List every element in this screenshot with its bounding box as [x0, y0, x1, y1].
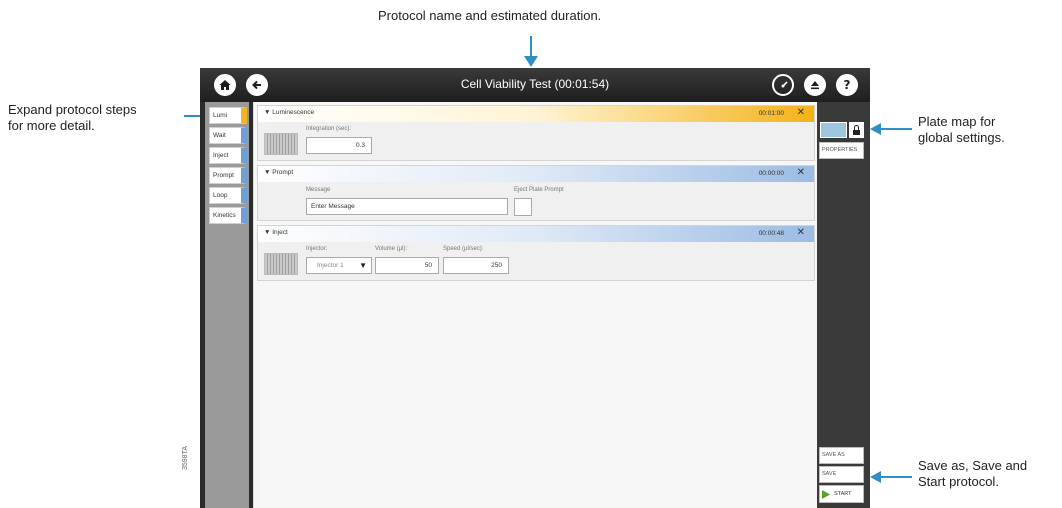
callout-save-start: Save as, Save and Start protocol. — [918, 458, 1058, 490]
integration-input[interactable]: 0.3 — [306, 137, 372, 154]
step-tab-prompt[interactable]: Prompt — [209, 167, 247, 184]
step-name: Inject — [272, 229, 288, 236]
save-as-button[interactable]: SAVE AS — [819, 447, 864, 464]
step-inject: ▼ Inject 00:00:48 ✕ Injector: Injector 1… — [257, 225, 815, 281]
plate-thumbnail-icon[interactable] — [264, 133, 298, 155]
callout-text: Protocol name and estimated duration. — [378, 8, 602, 23]
callout-text: Save as, Save and — [918, 458, 1028, 473]
step-name: Prompt — [272, 169, 294, 176]
step-palette: Lumi Wait Inject Prompt Loop Kinetics — [205, 102, 249, 508]
right-panel: PROPERTIES SAVE AS SAVE START — [817, 102, 870, 508]
step-duration: 00:01:00 — [758, 110, 784, 117]
eject-icon — [811, 81, 819, 90]
help-icon[interactable]: ? — [836, 74, 858, 96]
injector-value: Injector 1 — [317, 262, 344, 269]
eject-icon[interactable] — [804, 74, 826, 96]
lock-icon — [853, 124, 860, 135]
message-input[interactable]: Enter Message — [306, 198, 508, 215]
eject-plate-checkbox[interactable] — [514, 198, 532, 216]
step-header[interactable]: ▼ Luminescence 00:01:00 ✕ — [258, 106, 814, 122]
expand-triangle-icon[interactable]: ▼ — [264, 229, 270, 236]
callout-text: Start protocol. — [918, 474, 999, 489]
app-window: Cell Viability Test (00:01:54) ? Lumi Wa… — [200, 68, 870, 508]
home-icon — [219, 80, 231, 90]
step-header[interactable]: ▼ Prompt 00:00:00 ✕ — [258, 166, 814, 182]
start-label: START — [834, 490, 852, 497]
volume-label: Volume (µl): — [375, 246, 408, 252]
lock-icon[interactable] — [849, 122, 864, 138]
protocol-steps-area: ▼ Luminescence 00:01:00 ✕ Integration (s… — [253, 102, 817, 508]
step-tab-kinetics[interactable]: Kinetics — [209, 207, 247, 224]
step-tab-lumi[interactable]: Lumi — [209, 107, 247, 124]
callout-text: global settings. — [918, 130, 1005, 145]
callout-expand-steps: Expand protocol steps for more detail. — [8, 102, 198, 134]
step-duration: 00:00:00 — [758, 170, 784, 177]
step-tab-loop[interactable]: Loop — [209, 187, 247, 204]
callout-text: for more detail. — [8, 118, 95, 133]
plate-thumbnail-icon[interactable] — [264, 253, 298, 275]
step-title: ▼ Luminescence — [264, 109, 314, 116]
step-header[interactable]: ▼ Inject 00:00:48 ✕ — [258, 226, 814, 242]
close-icon[interactable]: ✕ — [797, 107, 805, 118]
step-tab-inject[interactable]: Inject — [209, 147, 247, 164]
callout-arrowhead — [870, 123, 881, 135]
speed-input[interactable]: 250 — [443, 257, 509, 274]
volume-input[interactable]: 50 — [375, 257, 439, 274]
gauge-icon[interactable] — [772, 74, 794, 96]
title-bar: Cell Viability Test (00:01:54) ? — [200, 68, 870, 102]
chevron-down-icon[interactable]: ▼ — [359, 258, 367, 273]
callout-arrow — [880, 476, 912, 478]
integration-label: Integration (sec): — [306, 126, 352, 132]
back-arrow-icon — [252, 80, 261, 90]
home-icon[interactable] — [214, 74, 236, 96]
step-luminescence: ▼ Luminescence 00:01:00 ✕ Integration (s… — [257, 105, 815, 161]
back-arrow-icon[interactable] — [246, 74, 268, 96]
step-prompt: ▼ Prompt 00:00:00 ✕ Message Enter Messag… — [257, 165, 815, 221]
expand-triangle-icon[interactable]: ▼ — [264, 109, 270, 116]
injector-select[interactable]: Injector 1 ▼ — [306, 257, 372, 274]
step-title: ▼ Prompt — [264, 169, 293, 176]
eject-plate-label: Eject Plate Prompt — [514, 187, 564, 193]
callout-arrow — [880, 128, 912, 130]
callout-text: Expand protocol steps — [8, 102, 137, 117]
protocol-title: Cell Viability Test (00:01:54) — [460, 77, 610, 91]
callout-arrow — [530, 36, 532, 58]
step-duration: 00:00:48 — [758, 230, 784, 237]
close-icon[interactable]: ✕ — [797, 227, 805, 238]
callout-arrowhead — [870, 471, 881, 483]
step-title: ▼ Inject — [264, 229, 288, 236]
save-button[interactable]: SAVE — [819, 466, 864, 483]
figure-code: 3598TA — [182, 446, 189, 470]
callout-protocol-name: Protocol name and estimated duration. — [378, 8, 698, 24]
expand-triangle-icon[interactable]: ▼ — [264, 169, 270, 176]
message-label: Message — [306, 187, 331, 193]
start-button[interactable]: START — [819, 485, 864, 503]
callout-arrowhead — [524, 56, 538, 67]
play-icon — [822, 489, 830, 499]
plate-map-button[interactable] — [820, 122, 847, 138]
step-tab-wait[interactable]: Wait — [209, 127, 247, 144]
close-icon[interactable]: ✕ — [797, 167, 805, 178]
gauge-icon — [781, 81, 788, 88]
injector-label: Injector: — [306, 246, 328, 252]
callout-plate-map: Plate map for global settings. — [918, 114, 1058, 146]
properties-button[interactable]: PROPERTIES — [819, 142, 864, 159]
callout-text: Plate map for — [918, 114, 996, 129]
speed-label: Speed (µl/sec): — [443, 246, 484, 252]
step-name: Luminescence — [272, 109, 315, 116]
